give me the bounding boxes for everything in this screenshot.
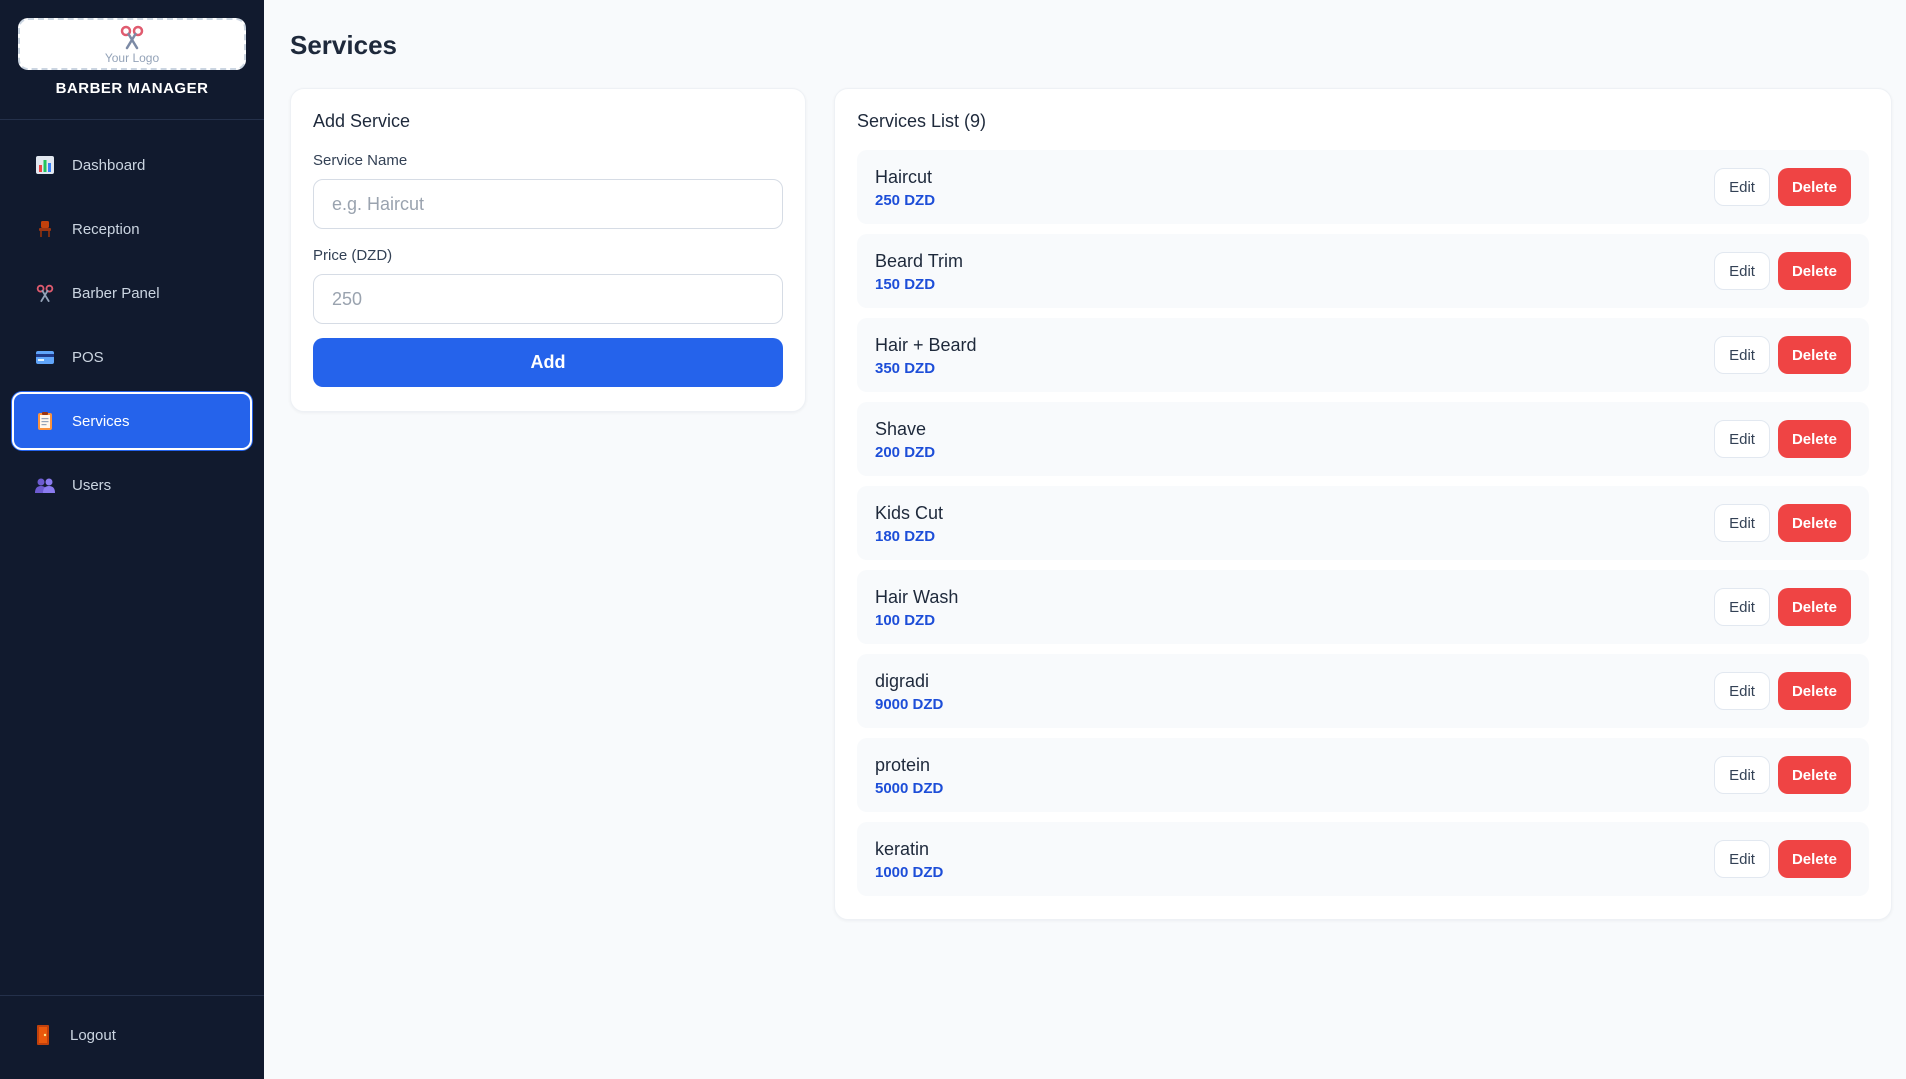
sidebar-item-label: Users bbox=[72, 476, 112, 494]
sidebar-item-pos[interactable]: POS bbox=[12, 328, 252, 386]
sidebar-item-dashboard[interactable]: Dashboard bbox=[12, 136, 252, 194]
chair-icon bbox=[34, 218, 56, 240]
sidebar-item-users[interactable]: Users bbox=[12, 456, 252, 514]
service-name: Hair + Beard bbox=[875, 334, 977, 355]
logout-label: Logout bbox=[70, 1026, 116, 1044]
service-name: digradi bbox=[875, 670, 930, 691]
edit-button[interactable]: Edit bbox=[1714, 504, 1770, 542]
price-input[interactable] bbox=[313, 274, 783, 324]
add-service-button[interactable]: Add bbox=[313, 338, 783, 387]
sidebar-item-label: POS bbox=[72, 348, 104, 366]
edit-button[interactable]: Edit bbox=[1714, 840, 1770, 878]
credit-card-icon bbox=[34, 346, 56, 368]
service-name: Kids Cut bbox=[875, 502, 944, 523]
delete-button[interactable]: Delete bbox=[1777, 252, 1851, 290]
service-name: Beard Trim bbox=[875, 250, 964, 271]
scissors-icon bbox=[120, 25, 144, 50]
edit-button[interactable]: Edit bbox=[1714, 252, 1770, 290]
add-service-card: Add Service Service Name Price (DZD) Add bbox=[290, 88, 806, 412]
services-list: Haircut 250 DZD Edit Delete Beard Trim 1… bbox=[857, 150, 1869, 896]
delete-button[interactable]: Delete bbox=[1777, 672, 1851, 710]
list-item: protein 5000 DZD Edit Delete bbox=[857, 738, 1869, 812]
service-price: 350 DZD bbox=[875, 359, 936, 377]
price-label: Price (DZD) bbox=[313, 247, 393, 264]
users-icon bbox=[34, 474, 56, 496]
service-info: protein 5000 DZD bbox=[875, 754, 1714, 797]
service-name-input[interactable] bbox=[313, 179, 783, 229]
list-item: Haircut 250 DZD Edit Delete bbox=[857, 150, 1869, 224]
add-service-title: Add Service bbox=[313, 111, 411, 131]
clipboard-icon bbox=[34, 410, 56, 432]
service-info: Kids Cut 180 DZD bbox=[875, 502, 1714, 545]
service-info: Haircut 250 DZD bbox=[875, 166, 1714, 209]
main-content: Services Add Service Service Name Price … bbox=[264, 0, 1906, 1079]
service-info: Hair Wash 100 DZD bbox=[875, 586, 1714, 629]
sidebar-item-label: Barber Panel bbox=[72, 284, 160, 302]
list-item: Hair + Beard 350 DZD Edit Delete bbox=[857, 318, 1869, 392]
service-info: Hair + Beard 350 DZD bbox=[875, 334, 1714, 377]
service-price: 250 DZD bbox=[875, 191, 936, 209]
list-item: keratin 1000 DZD Edit Delete bbox=[857, 822, 1869, 896]
edit-button[interactable]: Edit bbox=[1714, 672, 1770, 710]
services-list-title: Services List (9) bbox=[857, 111, 987, 131]
service-price: 200 DZD bbox=[875, 443, 936, 461]
scissors-icon bbox=[34, 282, 56, 304]
service-price: 5000 DZD bbox=[875, 779, 944, 797]
sidebar-item-label: Services bbox=[72, 412, 130, 430]
service-name-label: Service Name bbox=[313, 152, 408, 169]
service-name: Shave bbox=[875, 418, 927, 439]
sidebar-item-barber-panel[interactable]: Barber Panel bbox=[12, 264, 252, 322]
service-price: 180 DZD bbox=[875, 527, 936, 545]
sidebar-item-label: Dashboard bbox=[72, 156, 146, 174]
service-info: Beard Trim 150 DZD bbox=[875, 250, 1714, 293]
sidebar-item-services[interactable]: Services bbox=[12, 392, 252, 450]
delete-button[interactable]: Delete bbox=[1777, 504, 1851, 542]
service-info: digradi 9000 DZD bbox=[875, 670, 1714, 713]
service-price: 150 DZD bbox=[875, 275, 936, 293]
service-name: Haircut bbox=[875, 166, 933, 187]
edit-button[interactable]: Edit bbox=[1714, 336, 1770, 374]
door-icon bbox=[32, 1024, 54, 1046]
edit-button[interactable]: Edit bbox=[1714, 756, 1770, 794]
brand-name: BARBER MANAGER bbox=[55, 80, 209, 97]
list-item: Shave 200 DZD Edit Delete bbox=[857, 402, 1869, 476]
delete-button[interactable]: Delete bbox=[1777, 756, 1851, 794]
list-item: Beard Trim 150 DZD Edit Delete bbox=[857, 234, 1869, 308]
sidebar-item-label: Reception bbox=[72, 220, 140, 238]
page-title: Services bbox=[290, 30, 397, 60]
service-name: protein bbox=[875, 754, 931, 775]
service-name: keratin bbox=[875, 838, 930, 859]
delete-button[interactable]: Delete bbox=[1777, 168, 1851, 206]
delete-button[interactable]: Delete bbox=[1777, 840, 1851, 878]
list-item: Hair Wash 100 DZD Edit Delete bbox=[857, 570, 1869, 644]
edit-button[interactable]: Edit bbox=[1714, 420, 1770, 458]
logout-button[interactable]: Logout bbox=[12, 1006, 252, 1064]
services-list-card: Services List (9) Haircut 250 DZD Edit D… bbox=[834, 88, 1892, 920]
brand: Your Logo BARBER MANAGER bbox=[0, 0, 264, 120]
service-info: Shave 200 DZD bbox=[875, 418, 1714, 461]
sidebar-nav: Dashboard Reception Barber Panel POS Ser… bbox=[0, 120, 264, 514]
list-item: digradi 9000 DZD Edit Delete bbox=[857, 654, 1869, 728]
sidebar: Your Logo BARBER MANAGER Dashboard Recep… bbox=[0, 0, 264, 1079]
delete-button[interactable]: Delete bbox=[1777, 588, 1851, 626]
logo-placeholder[interactable]: Your Logo bbox=[18, 18, 246, 70]
sidebar-item-reception[interactable]: Reception bbox=[12, 200, 252, 258]
delete-button[interactable]: Delete bbox=[1777, 420, 1851, 458]
edit-button[interactable]: Edit bbox=[1714, 168, 1770, 206]
edit-button[interactable]: Edit bbox=[1714, 588, 1770, 626]
service-name: Hair Wash bbox=[875, 586, 959, 607]
delete-button[interactable]: Delete bbox=[1777, 336, 1851, 374]
list-item: Kids Cut 180 DZD Edit Delete bbox=[857, 486, 1869, 560]
sidebar-footer: Logout bbox=[0, 995, 264, 1079]
logo-text: Your Logo bbox=[104, 51, 160, 65]
service-price: 100 DZD bbox=[875, 611, 936, 629]
chart-icon bbox=[34, 154, 56, 176]
service-price: 1000 DZD bbox=[875, 863, 944, 881]
service-info: keratin 1000 DZD bbox=[875, 838, 1714, 881]
service-price: 9000 DZD bbox=[875, 695, 944, 713]
